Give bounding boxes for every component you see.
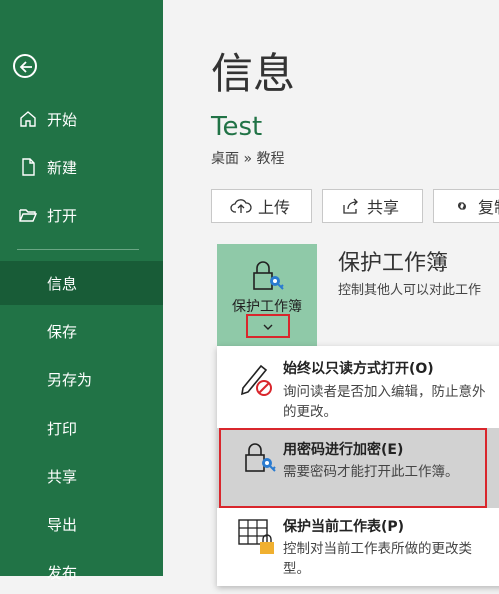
upload-button[interactable]: 上传 (211, 189, 312, 223)
nav-item-home[interactable]: 开始 (0, 97, 163, 141)
menu-item-read-only[interactable]: 始终以只读方式打开(O) 询问读者是否加入编辑，防止意外的更改。 (217, 346, 499, 428)
nav-item-info[interactable]: 信息 (0, 261, 163, 305)
nav-item-publish[interactable]: 发布 (0, 550, 163, 594)
page-title: 信息 (211, 49, 296, 98)
copy-path-button[interactable]: 复制 (433, 189, 499, 223)
new-file-icon (17, 156, 39, 178)
share-button[interactable]: 共享 (322, 189, 423, 223)
home-icon (17, 108, 39, 130)
sidebar-divider (17, 249, 139, 250)
chevron-down-icon (263, 324, 273, 330)
protect-dropdown-toggle[interactable] (246, 314, 290, 338)
breadcrumb: 桌面 » 教程 (211, 151, 285, 167)
nav-item-print[interactable]: 打印 (0, 406, 163, 450)
back-arrow-icon[interactable] (13, 54, 37, 78)
protect-section-desc: 控制其他人可以对此工作 (338, 283, 482, 298)
nav-item-save[interactable]: 保存 (0, 309, 163, 353)
protect-workbook-button[interactable]: 保护工作簿 (217, 244, 317, 350)
open-folder-icon (17, 204, 39, 226)
protect-section-title: 保护工作簿 (338, 251, 449, 276)
sheet-lock-icon (238, 519, 274, 554)
nav-item-save-as[interactable]: 另存为 (0, 357, 163, 401)
pencil-no-icon (240, 364, 272, 396)
protect-tile-label: 保护工作簿 (232, 299, 302, 315)
nav-item-new[interactable]: 新建 (0, 145, 163, 189)
nav-label: 打开 (47, 206, 78, 225)
nav-item-open[interactable]: 打开 (0, 193, 163, 237)
menu-item-protect-sheet[interactable]: 保护当前工作表(P) 控制对当前工作表所做的更改类型。 (217, 508, 499, 586)
share-icon (343, 198, 358, 214)
link-icon (458, 202, 466, 210)
highlight-annotation-box (219, 428, 487, 508)
cloud-upload-icon (230, 199, 252, 213)
nav-item-export[interactable]: 导出 (0, 502, 163, 546)
lock-key-icon (253, 261, 284, 290)
nav-item-share[interactable]: 共享 (0, 454, 163, 498)
backstage-sidebar: 开始 新建 打开 信息 保存 另存为 打印 共享 导出 发布 (0, 0, 163, 582)
document-name: Test (211, 112, 263, 142)
nav-label: 开始 (47, 110, 78, 129)
nav-label: 新建 (47, 158, 78, 177)
